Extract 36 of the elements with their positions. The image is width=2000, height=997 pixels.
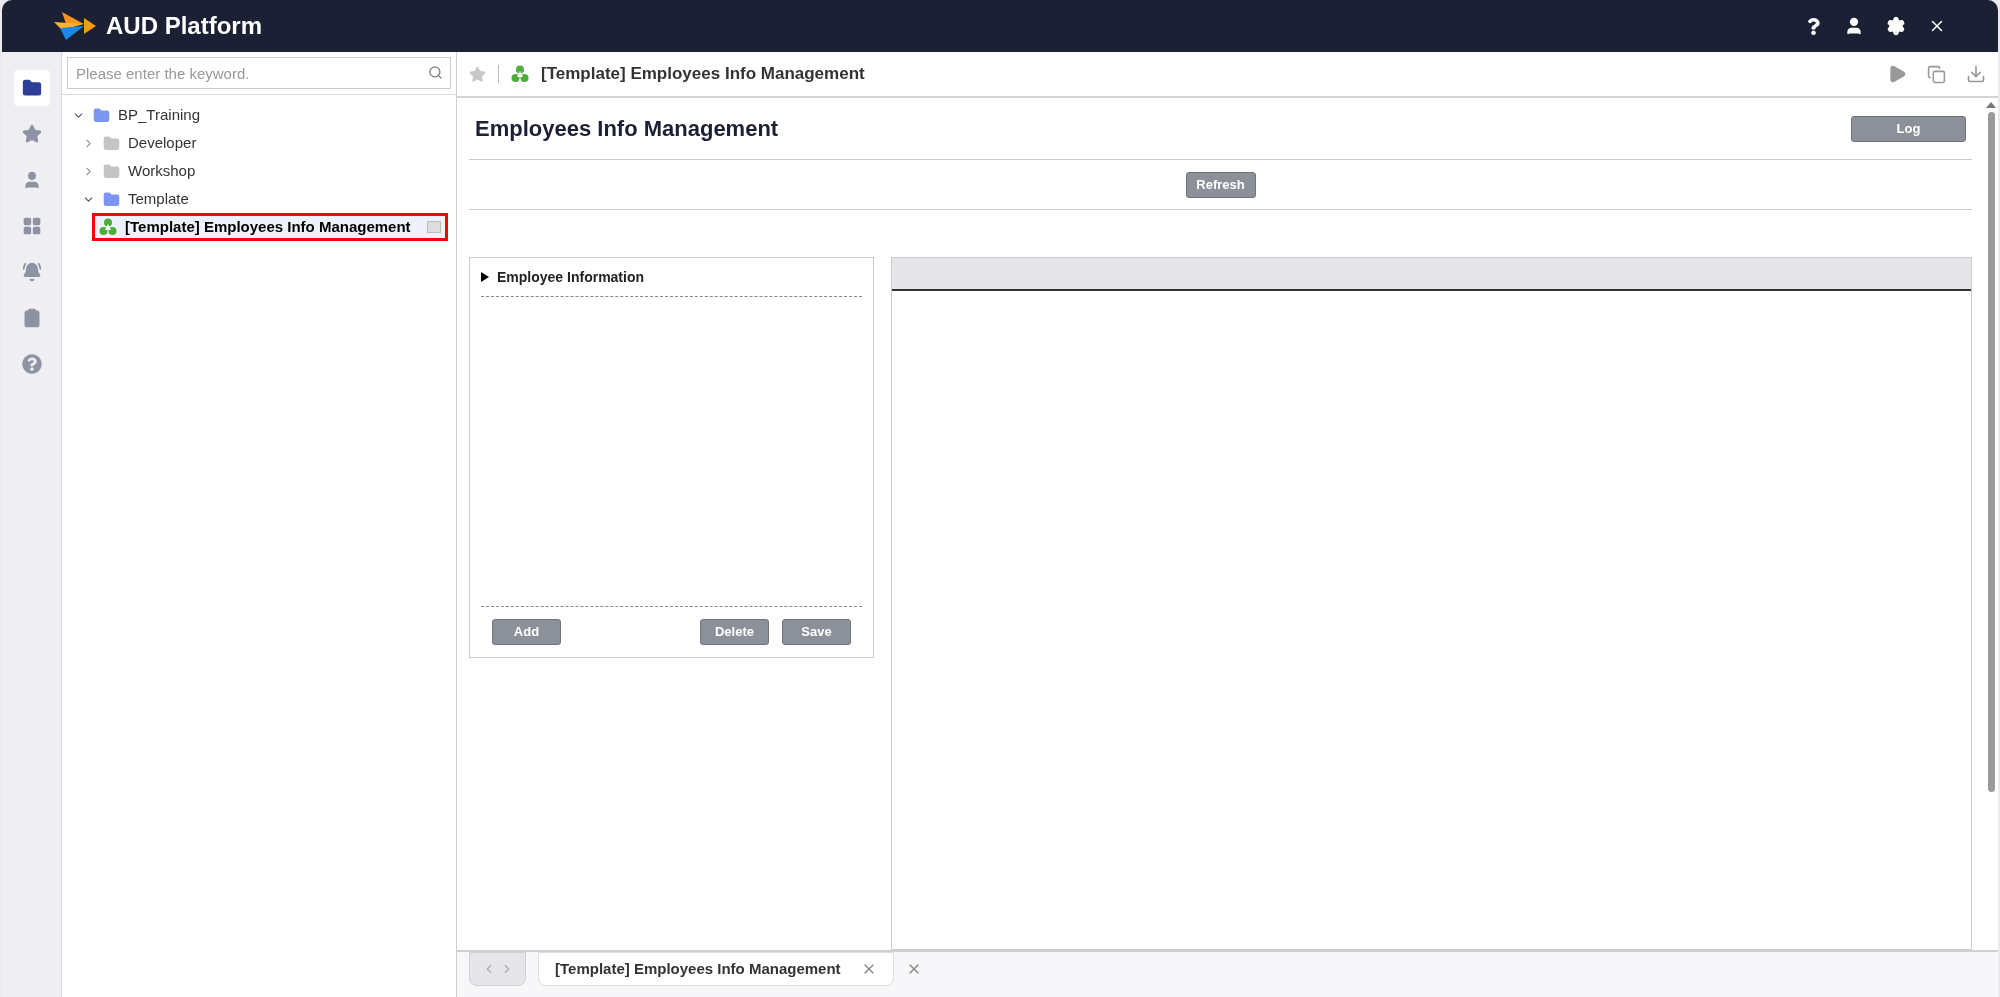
document-tab[interactable]: [Template] Employees Info Management xyxy=(538,952,894,986)
star-icon xyxy=(21,124,42,144)
tree-report-item[interactable]: [Template] Employees Info Management xyxy=(92,213,448,241)
download-icon[interactable] xyxy=(1966,64,1986,84)
document-title: [Template] Employees Info Management xyxy=(541,63,865,86)
tree-folder-item[interactable]: Developer xyxy=(82,129,456,157)
form-title: Employee Information xyxy=(497,267,645,287)
play-icon[interactable] xyxy=(1887,64,1907,84)
tree-folder-item[interactable]: BP_Training xyxy=(72,101,456,129)
folder-icon xyxy=(93,106,110,124)
search-field[interactable]: Please enter the keyword. xyxy=(67,57,451,89)
star-icon[interactable] xyxy=(469,65,486,83)
folder-icon xyxy=(21,78,42,98)
search-icon[interactable] xyxy=(428,65,443,80)
grid-icon xyxy=(21,216,42,236)
triangle-icon xyxy=(481,272,489,282)
tree-item-label: Developer xyxy=(128,132,197,153)
tree-item-label: [Template] Employees Info Management xyxy=(125,216,411,237)
tree-folder-item[interactable]: Template xyxy=(82,185,456,213)
report-heading: Employees Info Management xyxy=(475,115,779,143)
app-title: AUD Platform xyxy=(106,11,262,41)
user-icon[interactable] xyxy=(1844,16,1864,36)
tree-item-label: Workshop xyxy=(128,160,196,181)
tree-folder-item[interactable]: Workshop xyxy=(82,157,456,185)
rail-item[interactable] xyxy=(13,70,50,106)
copy-icon[interactable] xyxy=(1927,64,1946,84)
help-icon xyxy=(21,354,42,374)
arrow-logo-icon xyxy=(54,10,98,42)
folder-icon xyxy=(103,162,120,180)
help-icon[interactable] xyxy=(1805,17,1822,35)
folder-icon xyxy=(103,134,120,152)
tree-item-label: BP_Training xyxy=(118,104,200,125)
folder-icon xyxy=(103,190,120,208)
window-icon xyxy=(426,221,441,233)
tree-item-label: Template xyxy=(128,188,189,209)
bell-icon xyxy=(21,262,42,282)
